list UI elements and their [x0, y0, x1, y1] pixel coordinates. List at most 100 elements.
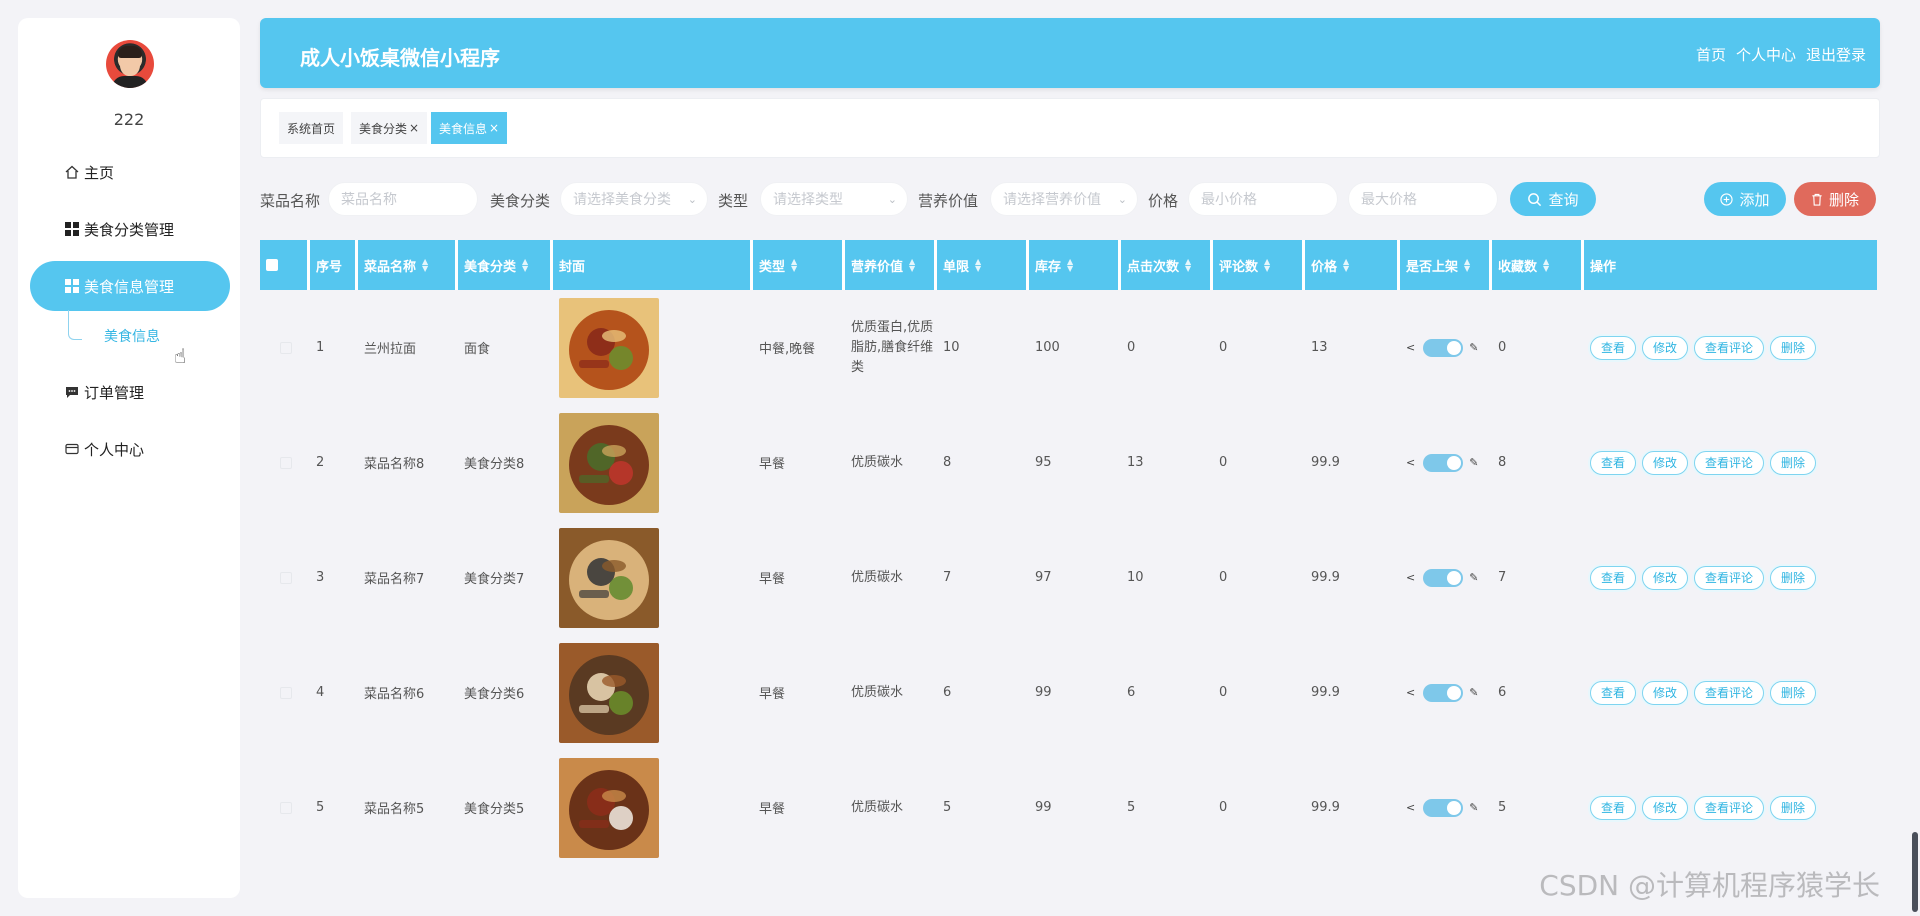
view-comments-button[interactable]: 查看评论	[1694, 450, 1765, 475]
row-checkbox[interactable]	[280, 341, 292, 354]
view-button[interactable]: 查看	[1590, 680, 1637, 705]
sort-icon: ▲ ▼	[975, 257, 982, 273]
col-type[interactable]: 类型 ▲ ▼	[753, 240, 845, 290]
cell: 99.9	[1305, 520, 1340, 635]
delete-button[interactable]: 删除	[1770, 795, 1817, 820]
on-sale-toggle[interactable]	[1423, 453, 1464, 472]
select-all-checkbox[interactable]	[266, 259, 278, 271]
view-button[interactable]: 查看	[1590, 335, 1637, 360]
delete-button[interactable]: 删除	[1770, 680, 1817, 705]
row-checkbox[interactable]	[280, 686, 292, 699]
cell-clicks: 0	[1127, 340, 1136, 355]
sidebar-item-food-info[interactable]: 美食信息管理	[30, 261, 230, 311]
col-nutrition[interactable]: 营养价值 ▲ ▼	[845, 240, 937, 290]
delete-button[interactable]: 删除	[1770, 450, 1817, 475]
edit-button[interactable]: 修改	[1642, 565, 1689, 590]
dish-name-input[interactable]: 菜品名称	[328, 182, 478, 216]
select-placeholder: 请选择营养价值	[1003, 192, 1101, 208]
edit-pen-icon: ✎	[1469, 456, 1479, 469]
view-comments-button[interactable]: 查看评论	[1694, 565, 1765, 590]
max-price-input[interactable]: 最大价格	[1348, 182, 1498, 216]
button-label: 查询	[1548, 190, 1579, 209]
cell: 菜品名称6	[358, 635, 424, 750]
view-comments-button[interactable]: 查看评论	[1694, 680, 1765, 705]
submenu-item-food-info[interactable]: 美食信息	[104, 326, 160, 346]
on-sale-cell: < ✎	[1400, 405, 1478, 520]
chevron-down-icon: ⌄	[887, 192, 897, 206]
food-cover-image	[559, 527, 659, 628]
sort-icon: ▲ ▼	[1264, 257, 1271, 273]
cell-comments: 0	[1219, 800, 1228, 815]
avatar[interactable]	[106, 40, 154, 88]
col-actions: 操作	[1584, 240, 1877, 290]
sort-icon: ▲ ▼	[1464, 257, 1471, 273]
cell-comments: 0	[1219, 570, 1228, 585]
cell: 0	[1213, 520, 1227, 635]
edit-button[interactable]: 修改	[1642, 680, 1689, 705]
cell: 5	[1492, 750, 1506, 865]
dish-name-label: 菜品名称	[260, 192, 321, 210]
col-price[interactable]: 价格 ▲ ▼	[1305, 240, 1400, 290]
add-button[interactable]: 添加	[1704, 182, 1786, 216]
close-icon[interactable]: ×	[489, 121, 499, 135]
sidebar-item-profile[interactable]: 个人中心	[30, 424, 230, 474]
cell: 0	[1492, 290, 1506, 405]
tab-system-home[interactable]: 系统首页	[279, 112, 344, 144]
view-button[interactable]: 查看	[1590, 450, 1637, 475]
view-comments-button[interactable]: 查看评论	[1694, 795, 1765, 820]
nav-profile-link[interactable]: 个人中心	[1736, 44, 1796, 65]
col-on-sale[interactable]: 是否上架 ▲ ▼	[1400, 240, 1492, 290]
edit-button[interactable]: 修改	[1642, 335, 1689, 360]
food-category-select[interactable]: 请选择美食分类 ⌄	[560, 182, 708, 216]
col-limit[interactable]: 单限 ▲ ▼	[937, 240, 1029, 290]
on-sale-toggle[interactable]	[1423, 568, 1464, 587]
delete-button[interactable]: 删除	[1770, 565, 1817, 590]
edit-button[interactable]: 修改	[1642, 450, 1689, 475]
view-button[interactable]: 查看	[1590, 565, 1637, 590]
col-favorites[interactable]: 收藏数 ▲ ▼	[1492, 240, 1584, 290]
on-sale-toggle[interactable]	[1423, 338, 1464, 357]
col-dish-name[interactable]: 菜品名称 ▲ ▼	[358, 240, 458, 290]
col-food-category[interactable]: 美食分类 ▲ ▼	[458, 240, 553, 290]
cell-name: 菜品名称8	[364, 457, 425, 472]
view-comments-button[interactable]: 查看评论	[1694, 335, 1765, 360]
tab-food-info[interactable]: 美食信息 ×	[431, 112, 508, 144]
nav-logout-link[interactable]: 退出登录	[1806, 44, 1866, 65]
on-sale-toggle[interactable]	[1423, 683, 1464, 702]
home-icon	[64, 164, 80, 180]
col-stock[interactable]: 库存 ▲ ▼	[1029, 240, 1121, 290]
min-price-input[interactable]: 最小价格	[1188, 182, 1338, 216]
row-select-cell	[260, 290, 292, 405]
vertical-scrollbar[interactable]	[1912, 832, 1918, 912]
row-checkbox[interactable]	[280, 571, 292, 584]
query-button[interactable]: 查询	[1510, 182, 1596, 216]
cell-index: 2	[316, 455, 325, 470]
cell: 7	[937, 520, 951, 635]
sidebar-item-food-category[interactable]: 美食分类管理	[30, 204, 230, 254]
sidebar-item-home[interactable]: 主页	[30, 147, 230, 197]
sidebar-item-orders[interactable]: 订单管理	[30, 367, 230, 417]
tags-bar: 系统首页 美食分类 × 美食信息 ×	[260, 98, 1880, 158]
actions-cell: 查看 修改 查看评论 删除	[1584, 750, 1822, 865]
row-checkbox[interactable]	[280, 456, 292, 469]
tab-food-category[interactable]: 美食分类 ×	[351, 112, 428, 144]
nav-home-link[interactable]: 首页	[1696, 44, 1726, 65]
on-sale-toggle[interactable]	[1423, 798, 1464, 817]
row-checkbox[interactable]	[280, 801, 292, 814]
type-select[interactable]: 请选择类型 ⌄	[760, 182, 908, 216]
view-button[interactable]: 查看	[1590, 795, 1637, 820]
cell: 早餐	[753, 405, 785, 520]
edit-button[interactable]: 修改	[1642, 795, 1689, 820]
batch-delete-button[interactable]: 删除	[1794, 182, 1876, 216]
nutrition-select[interactable]: 请选择营养价值 ⌄	[990, 182, 1138, 216]
sidebar-item-label: 订单管理	[84, 383, 145, 402]
close-icon[interactable]: ×	[409, 121, 419, 135]
cover-cell	[553, 405, 659, 520]
col-comments[interactable]: 评论数 ▲ ▼	[1213, 240, 1305, 290]
delete-button[interactable]: 删除	[1770, 335, 1817, 360]
cell: 0	[1213, 750, 1227, 865]
col-clicks[interactable]: 点击次数 ▲ ▼	[1121, 240, 1213, 290]
cell: 优质碳水	[845, 405, 937, 520]
cover-cell	[553, 635, 659, 750]
col-index[interactable]: 序号	[310, 240, 358, 290]
